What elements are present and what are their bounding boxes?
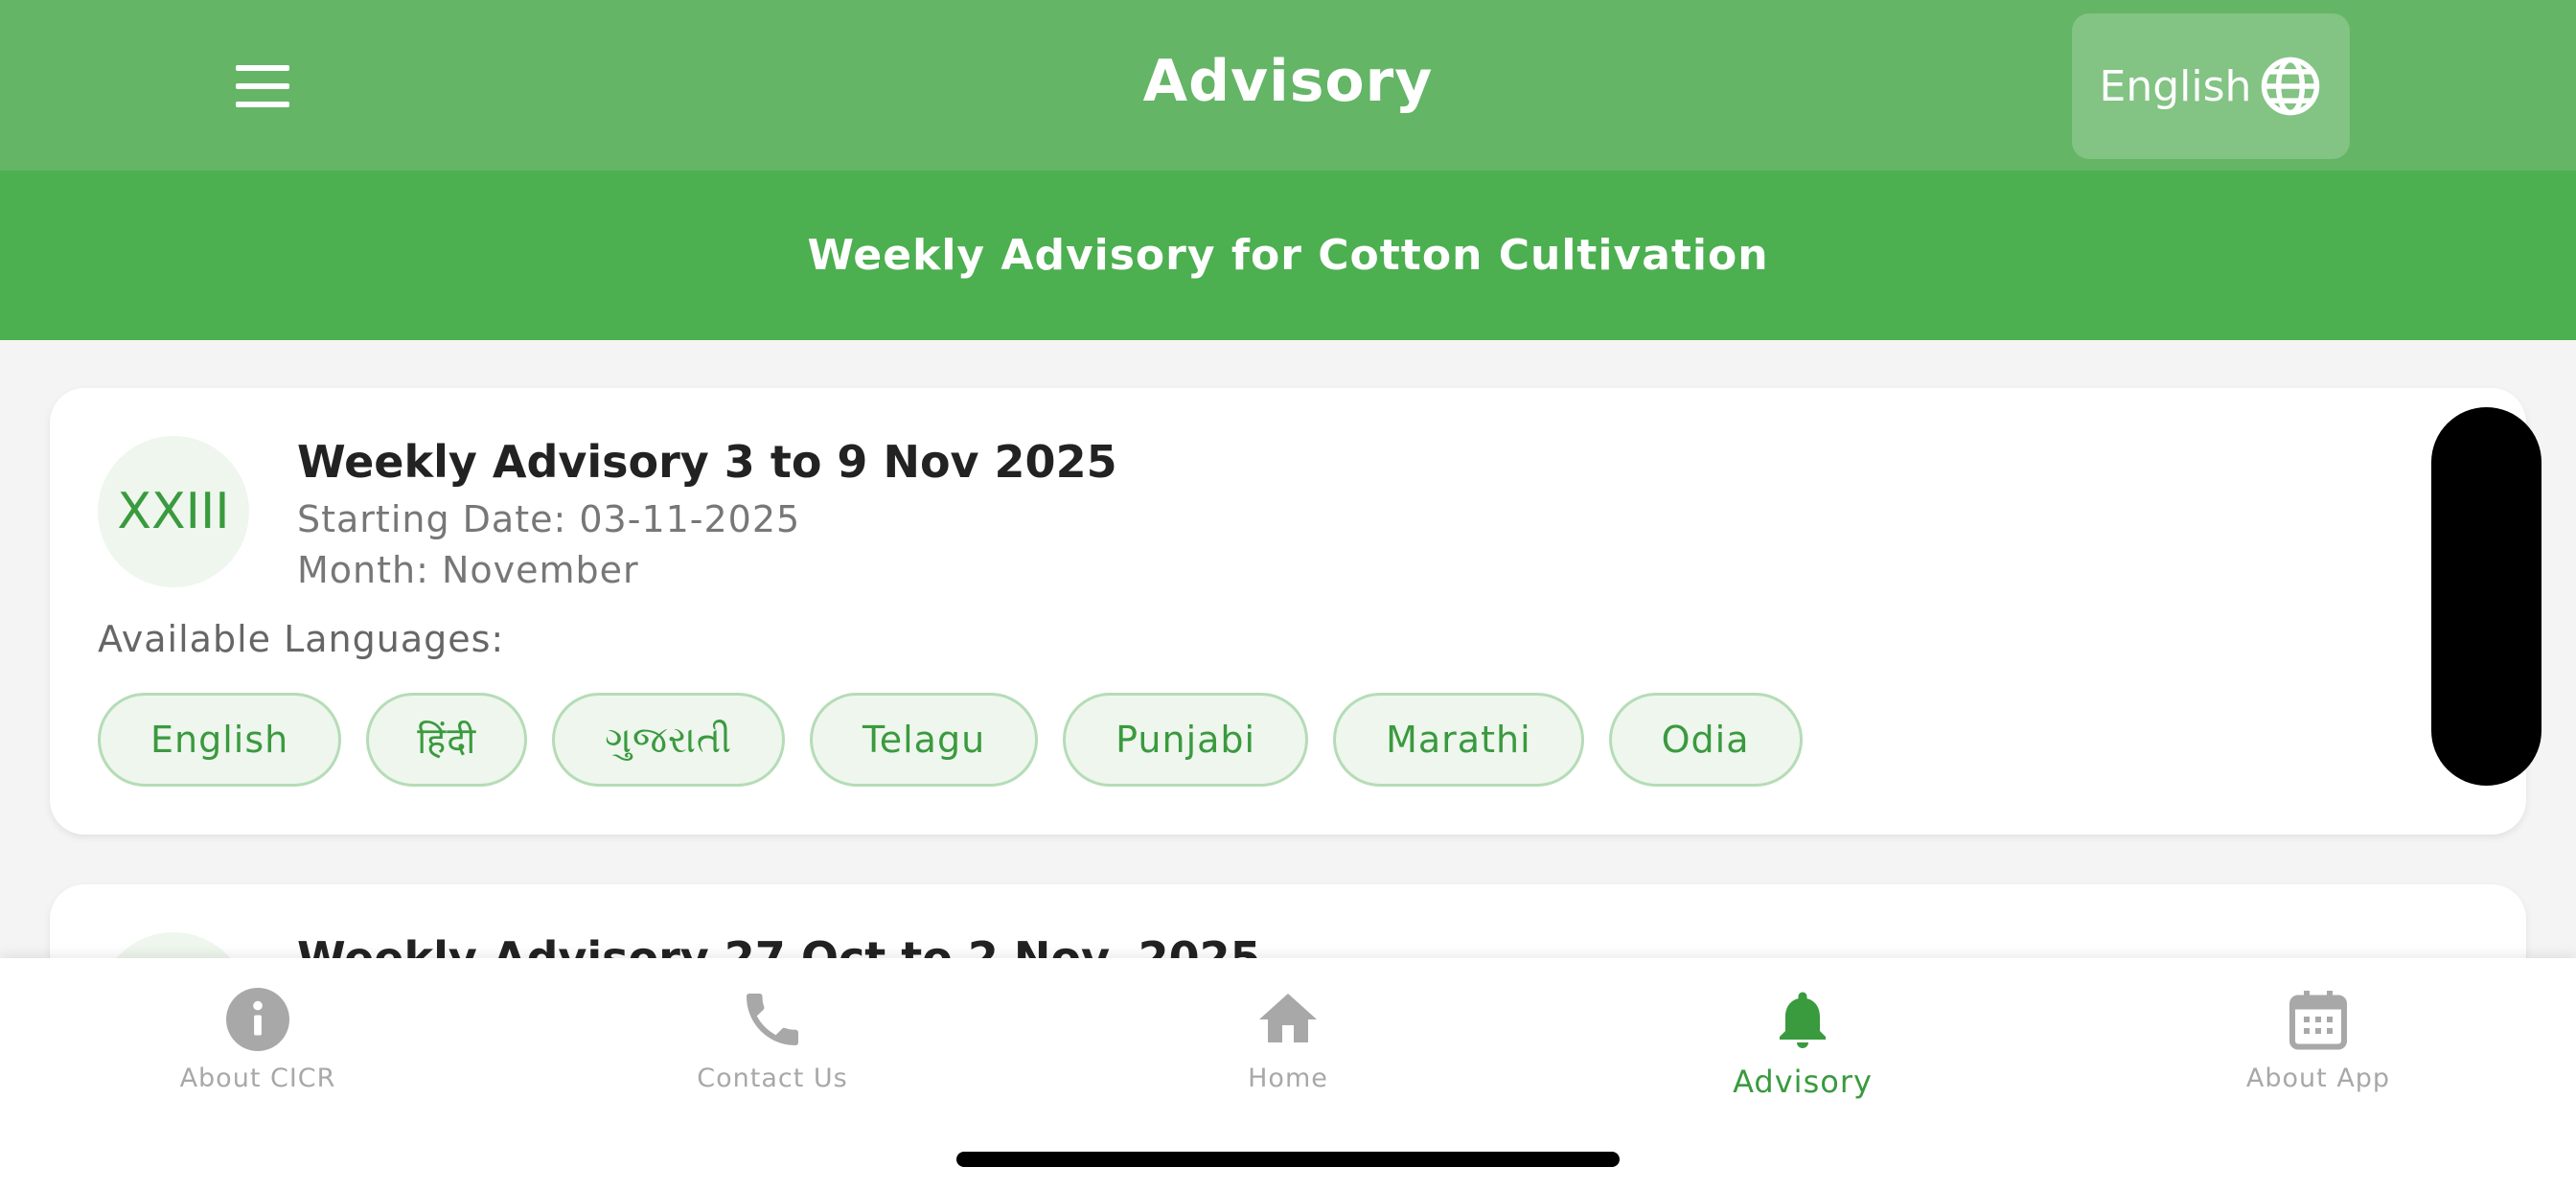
nav-label: About App [2245,1064,2391,1093]
bell-icon [1780,992,1826,1048]
scroll-handle[interactable] [2431,407,2542,786]
home-indicator[interactable] [956,1152,1620,1167]
advisory-starting-date: Starting Date: 03-11-2025 [297,498,801,540]
nav-label: Home [1248,1064,1328,1093]
language-chip-telugu[interactable]: Telagu [809,693,1039,787]
advisory-title: Weekly Advisory 27 Oct to 2 Nov, 2025 [297,932,1261,958]
nav-about-app[interactable]: About App [2174,985,2462,1110]
nav-contact-us[interactable]: Contact Us [629,985,916,1110]
advisory-badge [98,932,249,958]
language-button-label: English [2099,61,2252,111]
nav-label: Advisory [1733,1064,1873,1100]
sub-header: Weekly Advisory for Cotton Cultivation [0,171,2576,340]
language-chip-marathi[interactable]: Marathi [1333,693,1584,787]
calendar-icon [2289,991,2347,1050]
nav-label: Contact Us [697,1064,848,1093]
language-button[interactable]: English [2072,13,2350,159]
sub-header-title: Weekly Advisory for Cotton Cultivation [807,231,1769,280]
info-icon [226,988,289,1051]
advisory-card[interactable]: Weekly Advisory 27 Oct to 2 Nov, 2025 [50,884,2526,958]
advisory-badge: XXIII [98,436,249,587]
language-chip-gujarati[interactable]: ગુજરાતી [552,693,785,787]
language-chip-hindi[interactable]: हिंदी [366,693,528,787]
nav-about-cicr[interactable]: About CICR [114,985,402,1110]
phone-icon [747,994,798,1045]
globe-icon [2262,57,2320,116]
app-bar: Advisory English [0,0,2576,171]
home-icon [1259,994,1317,1042]
available-languages-label: Available Languages: [98,618,505,660]
advisory-month: Month: November [297,549,639,591]
language-chip-punjabi[interactable]: Punjabi [1063,693,1309,787]
advisory-title: Weekly Advisory 3 to 9 Nov 2025 [297,436,1117,488]
nav-label: About CICR [179,1064,336,1093]
advisory-card[interactable]: XXIII Weekly Advisory 3 to 9 Nov 2025 St… [50,388,2526,835]
nav-home[interactable]: Home [1144,985,1432,1110]
language-chips: English हिंदी ગુજરાતી Telagu Punjabi Mar… [98,693,1803,787]
nav-advisory[interactable]: Advisory [1659,985,1946,1110]
language-chip-english[interactable]: English [98,693,342,787]
advisory-list[interactable]: XXIII Weekly Advisory 3 to 9 Nov 2025 St… [0,340,2576,958]
language-chip-odia[interactable]: Odia [1608,693,1803,787]
